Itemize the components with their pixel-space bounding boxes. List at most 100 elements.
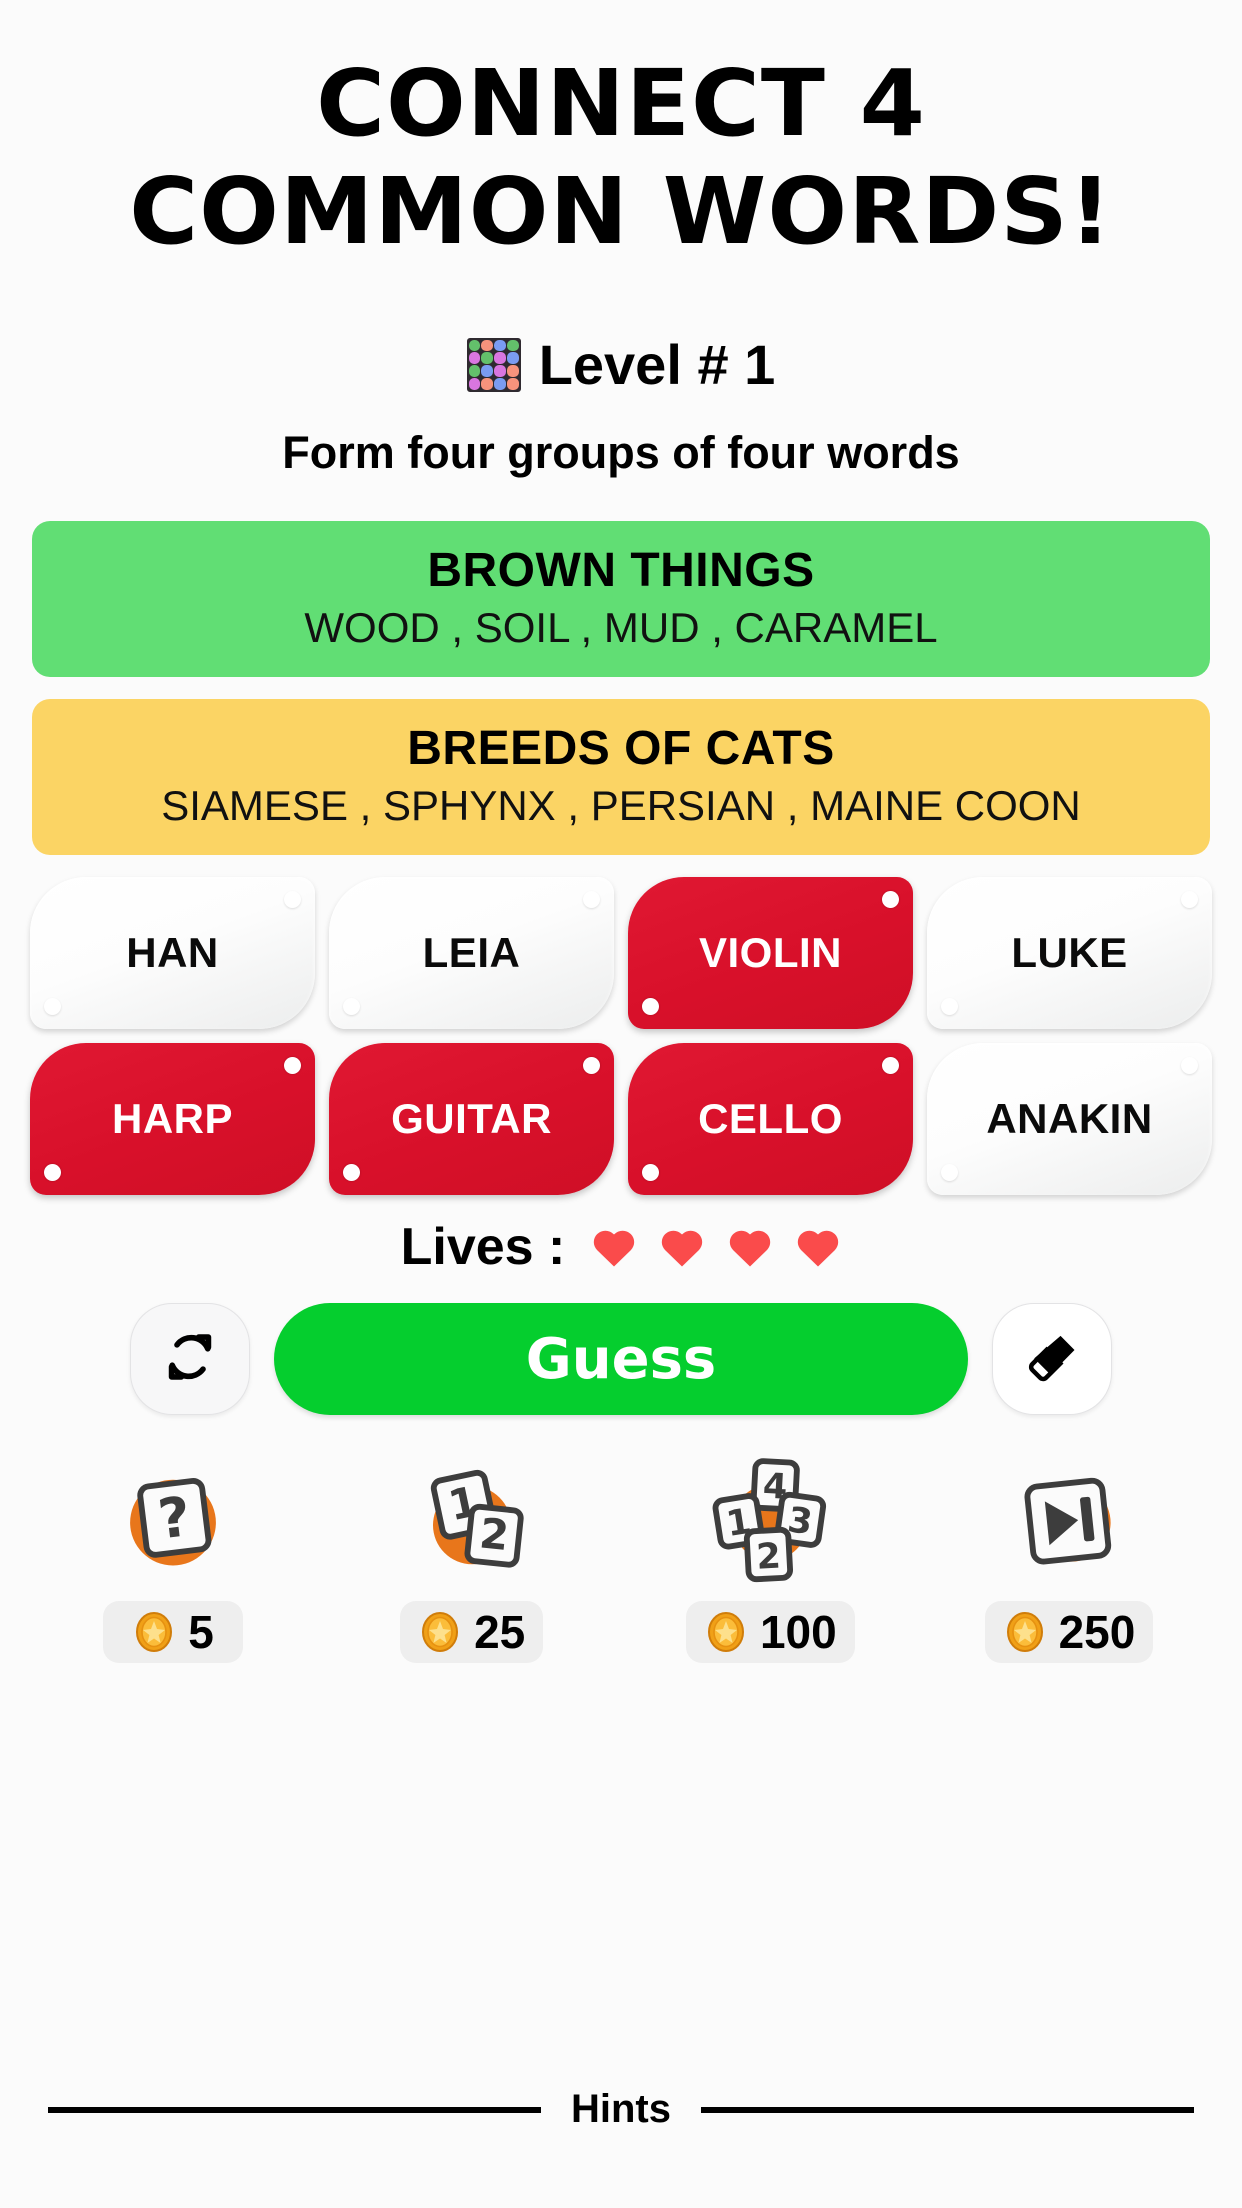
tile-dot-icon [1181, 1057, 1198, 1075]
grid-cell [494, 377, 506, 390]
guess-button[interactable]: Guess [274, 1303, 968, 1416]
hint-price-pill: 25 [400, 1601, 544, 1664]
grid-cell [494, 365, 506, 377]
game-screen: CONNECT 4 COMMON WORDS! Level # 1 Form f… [0, 0, 1242, 2208]
word-tile-luke[interactable]: LUKE [927, 877, 1212, 1030]
tile-dot-icon [882, 891, 899, 909]
heart-icon [730, 1230, 771, 1267]
solved-group-words: WOOD , SOIL , MUD , CARAMEL [304, 603, 938, 651]
tile-dot-icon [882, 1057, 899, 1075]
word-tile-anakin[interactable]: ANAKIN [927, 1043, 1212, 1196]
heart-icon [798, 1230, 839, 1267]
page-title-line-2: COMMON WORDS! [129, 158, 1113, 265]
solved-group-title: BREEDS OF CATS [407, 722, 835, 776]
eraser-icon [1025, 1330, 1079, 1389]
word-tile-label: GUITAR [391, 1095, 552, 1143]
svg-text:2: 2 [756, 1536, 783, 1578]
two-cards-icon: 1 2 [407, 1455, 537, 1585]
word-tile-label: VIOLIN [698, 929, 842, 977]
tile-dot-icon [1181, 891, 1198, 909]
grid-cell [506, 377, 519, 390]
coin-icon [132, 1610, 176, 1654]
grid-cell [468, 352, 481, 364]
tile-dot-icon [642, 998, 659, 1016]
word-tile-label: HARP [111, 1095, 233, 1143]
tile-dot-icon [583, 891, 600, 909]
word-tile-guitar[interactable]: GUITAR [329, 1043, 614, 1196]
tile-dot-icon [343, 998, 360, 1016]
solved-group-brown-things: BROWN THINGS WOOD , SOIL , MUD , CARAMEL [32, 521, 1210, 678]
word-tile-label: CELLO [698, 1095, 843, 1143]
lives-label: Lives : [400, 1218, 566, 1277]
tile-dot-icon [284, 891, 301, 909]
grid-cell [506, 365, 519, 377]
word-tile-harp[interactable]: HARP [30, 1043, 315, 1196]
guess-button-label: Guess [525, 1326, 717, 1392]
tile-dot-icon [284, 1057, 301, 1075]
grid-cell [506, 339, 519, 352]
hint-item-skip-level[interactable]: 250 [964, 1455, 1174, 1664]
coin-icon [418, 1610, 462, 1654]
hint-price-value: 5 [188, 1606, 214, 1659]
word-tile-label: ANAKIN [986, 1095, 1153, 1143]
grid-cell [494, 339, 506, 352]
grid-cell [506, 352, 519, 364]
grid-cell [481, 352, 494, 364]
hint-item-reveal-letter[interactable]: ? 5 [68, 1455, 278, 1664]
shuffle-icon [164, 1331, 216, 1388]
page-title-line-1: CONNECT 4 [316, 50, 926, 157]
level-row: Level # 1 [0, 332, 1242, 397]
page-title: CONNECT 4 COMMON WORDS! [0, 0, 1242, 258]
word-tile-label: LUKE [1011, 929, 1128, 977]
heart-icon [662, 1230, 703, 1267]
grid-cell [468, 339, 481, 352]
footer: Hints [0, 2087, 1242, 2132]
word-tile-cello[interactable]: CELLO [628, 1043, 913, 1196]
word-tile-label: HAN [126, 929, 219, 977]
hint-item-two-cards[interactable]: 1 2 25 [367, 1455, 577, 1664]
tile-dot-icon [642, 1164, 659, 1182]
word-tile-leia[interactable]: LEIA [329, 877, 614, 1030]
level-label: Level # 1 [538, 333, 776, 396]
solved-group-title: BROWN THINGS [427, 544, 815, 597]
hint-item-four-cards[interactable]: 4 1 3 2 100 [665, 1455, 875, 1664]
word-tile-han[interactable]: HAN [30, 877, 315, 1030]
question-card-icon: ? [108, 1455, 238, 1585]
grid-cell [494, 352, 506, 364]
word-board: HAN LEIA VIOLIN LUKE HARP GUITAR CELLO A… [0, 877, 1242, 1196]
word-tile-violin[interactable]: VIOLIN [628, 877, 913, 1030]
shuffle-button[interactable] [130, 1303, 250, 1416]
erase-button[interactable] [992, 1303, 1112, 1416]
hint-price-value: 25 [474, 1606, 526, 1659]
tile-dot-icon [583, 1057, 600, 1075]
grid-cell [468, 377, 481, 390]
lives-hearts [591, 1225, 841, 1269]
heart-icon [594, 1230, 635, 1267]
grid-cell [481, 365, 494, 377]
skip-next-icon [1004, 1455, 1134, 1585]
tile-dot-icon [941, 1164, 958, 1182]
svg-text:2: 2 [477, 1508, 511, 1560]
hint-price-pill: 5 [103, 1601, 243, 1664]
instructions-text: Form four groups of four words [282, 427, 960, 478]
word-tile-label: LEIA [422, 929, 521, 977]
word-row-1: HAN LEIA VIOLIN LUKE [30, 877, 1212, 1030]
solved-groups: BROWN THINGS WOOD , SOIL , MUD , CARAMEL… [0, 521, 1242, 856]
lives-row: Lives : [0, 1217, 1242, 1277]
tile-dot-icon [941, 998, 958, 1016]
hints-row: ? 5 1 2 25 4 1 3 2 100 250 [0, 1455, 1242, 1664]
hint-price-pill: 250 [984, 1601, 1154, 1664]
grid-cell [481, 377, 494, 390]
hint-price-pill: 100 [685, 1601, 855, 1664]
tile-dot-icon [44, 998, 61, 1016]
grid-4x4-icon [466, 337, 521, 392]
grid-cell [481, 339, 494, 352]
tile-dot-icon [44, 1164, 61, 1182]
footer-label: Hints [571, 2087, 671, 2131]
four-cards-icon: 4 1 3 2 [705, 1455, 835, 1585]
coin-icon [704, 1610, 748, 1654]
solved-group-words: SIAMESE , SPHYNX , PERSIAN , MAINE COON [161, 781, 1081, 829]
footer-divider-right [701, 2106, 1194, 2113]
footer-divider-left [48, 2106, 541, 2113]
solved-group-breeds-of-cats: BREEDS OF CATS SIAMESE , SPHYNX , PERSIA… [32, 699, 1210, 856]
